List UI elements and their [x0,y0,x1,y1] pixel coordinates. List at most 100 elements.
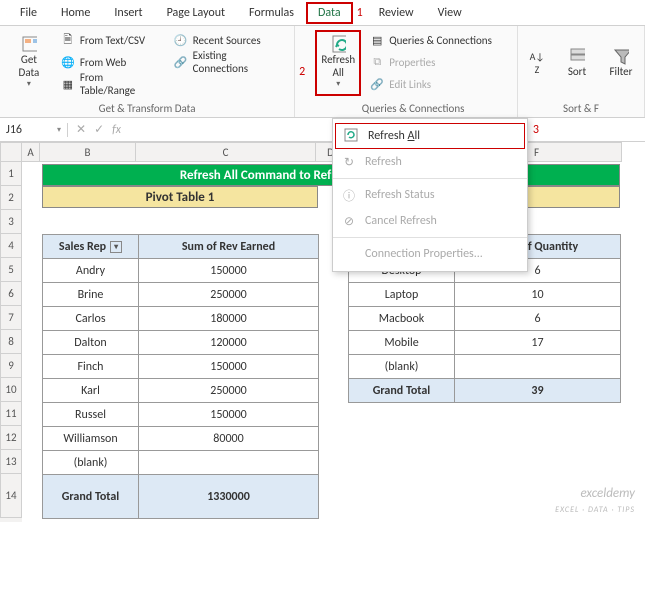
properties-button[interactable]: ⧉Properties [365,52,496,72]
cell[interactable]: 80000 [139,427,319,451]
dd-status-label: Refresh Status [365,188,435,202]
cell[interactable]: Grand Total [349,379,455,403]
col-header[interactable]: B [40,142,136,162]
cell[interactable]: Mobile [349,331,455,355]
dd-refresh-all[interactable]: Refresh All [335,123,525,149]
row-header[interactable]: 5 [0,258,22,282]
title-banner: Refresh All Command to Refresh All Pivot… [42,164,620,186]
pivot-table-1: Sales Rep▾ Sum of Rev Earned Andry150000… [42,234,319,519]
properties-icon: ⧉ [369,54,385,70]
tab-review[interactable]: Review [367,2,426,24]
row-header[interactable]: 6 [0,282,22,306]
get-data-label: Get Data [19,53,40,79]
cell[interactable]: Laptop [349,283,455,307]
cell[interactable]: 39 [455,379,621,403]
col-header[interactable]: C [136,142,316,162]
dd-refresh[interactable]: ↻ Refresh [333,149,527,175]
cell[interactable]: 150000 [139,259,319,283]
cell[interactable]: Carlos [43,307,139,331]
from-text-csv-button[interactable]: 🗎From Text/CSV [56,30,165,50]
edit-links-button[interactable]: 🔗Edit Links [365,74,496,94]
cell[interactable]: 150000 [139,403,319,427]
sort-az-button[interactable]: A↓Z [524,30,550,96]
sub-banner-1: Pivot Table 1 [42,186,318,208]
tab-page-layout[interactable]: Page Layout [155,2,237,24]
tab-data[interactable]: Data [306,2,353,24]
chevron-down-icon: ▾ [57,125,61,135]
refresh-all-button[interactable]: Refresh All ▾ [315,30,361,96]
cell[interactable] [139,451,319,475]
row-header[interactable]: 9 [0,354,22,378]
enter-fx-icon[interactable]: ✓ [94,122,104,137]
filter-button[interactable]: Filter [604,30,638,96]
group-title-queries: Queries & Connections [315,100,511,115]
pt1-h0-label: Sales Rep [59,240,106,254]
row-header[interactable]: 13 [0,450,22,474]
cell[interactable]: (blank) [43,451,139,475]
row-header[interactable]: 11 [0,402,22,426]
grand-total-row: Grand Total1330000 [43,475,319,519]
grand-total-row: Grand Total39 [349,379,621,403]
row-header[interactable]: 4 [0,234,22,258]
table-row: Brine250000 [43,283,319,307]
tab-insert[interactable]: Insert [102,2,154,24]
cell[interactable]: 6 [455,307,621,331]
get-data-button[interactable]: Get Data ▾ [6,30,52,96]
cell[interactable]: 150000 [139,355,319,379]
tab-home[interactable]: Home [49,2,102,24]
row-header[interactable]: 2 [0,186,22,210]
cell[interactable]: Williamson [43,427,139,451]
pt1-header-salesrep[interactable]: Sales Rep ▾ [43,235,139,259]
cell[interactable]: 10 [455,283,621,307]
dd-cancel-refresh[interactable]: ⊘ Cancel Refresh [333,208,527,234]
recent-sources-button[interactable]: 🕘Recent Sources [169,30,288,50]
cancel-fx-icon[interactable]: ✕ [76,122,86,137]
cell[interactable]: (blank) [349,355,455,379]
filter-dropdown-icon[interactable]: ▾ [110,241,122,253]
row-header[interactable]: 10 [0,378,22,402]
sort-icon [569,49,585,65]
tab-formulas[interactable]: Formulas [237,2,306,24]
row-header[interactable]: 12 [0,426,22,450]
cell[interactable] [455,355,621,379]
existing-connections-button[interactable]: 🔗Existing Connections [169,52,288,72]
cell[interactable]: 250000 [139,379,319,403]
tab-view[interactable]: View [426,2,474,24]
row-header[interactable]: 8 [0,330,22,354]
cell[interactable]: Macbook [349,307,455,331]
cell[interactable]: 17 [455,331,621,355]
name-box[interactable]: J16▾ [0,123,68,137]
dd-refresh-status[interactable]: ⓘ Refresh Status [333,182,527,208]
edit-links-label: Edit Links [389,78,431,91]
tab-file[interactable]: File [8,2,49,24]
fx-icon[interactable]: fx [112,123,121,137]
cell[interactable]: Karl [43,379,139,403]
select-all-corner[interactable] [0,142,22,162]
table-row: Finch150000 [43,355,319,379]
table-row: Macbook6 [349,307,621,331]
cell[interactable]: 1330000 [139,475,319,519]
cell[interactable]: Andry [43,259,139,283]
cell[interactable]: Russel [43,403,139,427]
table-row: Carlos180000 [43,307,319,331]
cell[interactable]: 180000 [139,307,319,331]
row-header[interactable]: 1 [0,162,22,186]
cell[interactable]: Dalton [43,331,139,355]
from-web-button[interactable]: 🌐From Web [56,52,165,72]
cell[interactable]: 120000 [139,331,319,355]
cell[interactable]: 250000 [139,283,319,307]
cell[interactable]: Finch [43,355,139,379]
dd-refresh-label: Refresh [365,155,402,169]
queries-connections-label: Queries & Connections [389,34,492,47]
sort-button[interactable]: Sort [554,30,600,96]
from-table-range-button[interactable]: ▦From Table/Range [56,74,165,94]
cell[interactable]: Brine [43,283,139,307]
queries-connections-button[interactable]: ▤Queries & Connections [365,30,496,50]
dd-connection-properties[interactable]: Connection Properties... [333,241,527,267]
row-header[interactable]: 3 [0,210,22,234]
row-header[interactable]: 7 [0,306,22,330]
row-header[interactable]: 14 [0,474,22,518]
col-header[interactable]: A [22,142,40,162]
cell[interactable]: Grand Total [43,475,139,519]
recent-sources-label: Recent Sources [193,34,261,47]
